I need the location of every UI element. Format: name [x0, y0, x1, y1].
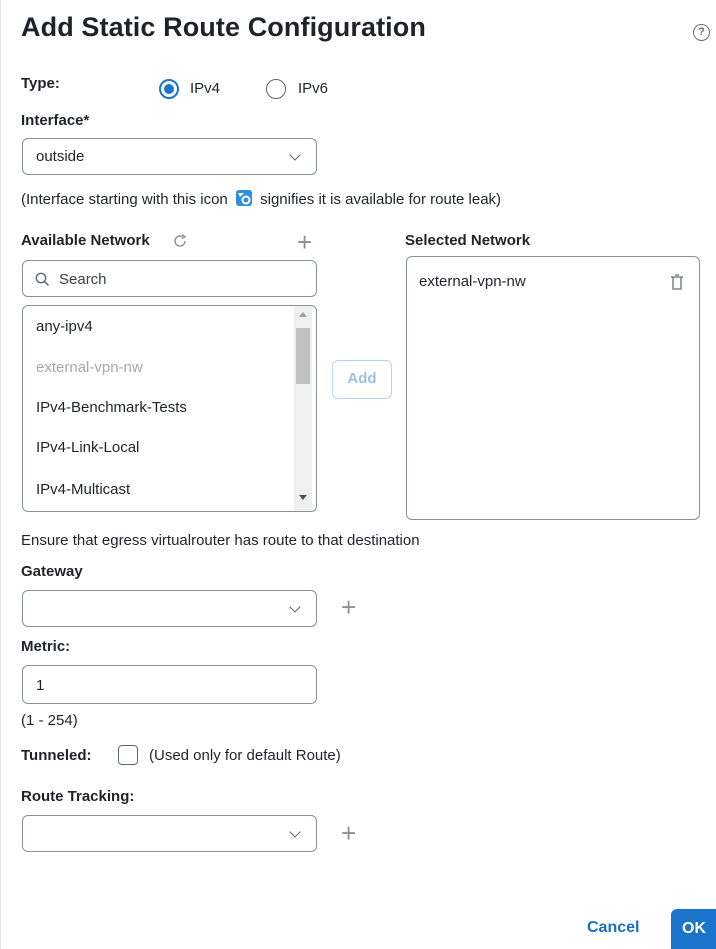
ipv4-radio-label[interactable]: IPv4 — [190, 80, 220, 97]
gateway-select[interactable] — [22, 590, 317, 627]
available-network-list[interactable]: any-ipv4 external-vpn-nw IPv4-Benchmark-… — [22, 305, 317, 512]
selected-network-list: external-vpn-nw — [406, 256, 700, 520]
scroll-down-arrow[interactable] — [299, 495, 307, 500]
interface-select-value: outside — [36, 148, 85, 165]
scroll-up-arrow[interactable] — [299, 312, 307, 317]
search-icon — [35, 272, 50, 292]
list-item[interactable]: any-ipv4 — [36, 318, 93, 335]
list-item: external-vpn-nw — [36, 359, 143, 376]
type-label: Type: — [21, 75, 60, 92]
selected-network-label: Selected Network — [405, 232, 531, 249]
refresh-icon[interactable] — [172, 233, 188, 254]
ipv4-radio[interactable] — [159, 79, 179, 99]
list-item[interactable]: IPv4-Multicast — [36, 481, 130, 498]
interface-label: Interface* — [21, 112, 90, 129]
cancel-button[interactable]: Cancel — [587, 919, 639, 937]
metric-range-hint: (1 - 254) — [21, 712, 78, 729]
network-search-input[interactable]: Search — [22, 260, 317, 297]
tunneled-note: (Used only for default Route) — [149, 747, 341, 764]
ok-button[interactable]: OK — [671, 909, 716, 949]
add-gateway-plus-icon[interactable]: + — [341, 594, 356, 620]
metric-input[interactable]: 1 — [22, 665, 317, 704]
trash-icon[interactable] — [670, 274, 684, 295]
scroll-thumb[interactable] — [296, 328, 310, 384]
metric-label: Metric: — [21, 638, 71, 655]
route-tracking-label: Route Tracking: — [21, 788, 135, 805]
route-leak-icon — [235, 189, 253, 211]
search-placeholder: Search — [59, 271, 107, 288]
list-item[interactable]: IPv4-Benchmark-Tests — [36, 399, 187, 416]
route-tracking-select[interactable] — [22, 815, 317, 852]
chevron-down-icon — [289, 826, 301, 838]
metric-input-value: 1 — [36, 677, 45, 694]
dialog-title: Add Static Route Configuration — [21, 12, 426, 42]
tunneled-checkbox[interactable] — [118, 745, 138, 765]
chevron-down-icon — [289, 601, 301, 613]
chevron-down-icon — [289, 149, 301, 161]
egress-note: Ensure that egress virtualrouter has rou… — [21, 532, 420, 549]
interface-select[interactable]: outside — [22, 138, 317, 175]
add-button[interactable]: Add — [332, 360, 392, 399]
available-network-label: Available Network — [21, 232, 150, 249]
add-route-tracking-plus-icon[interactable]: + — [341, 820, 356, 846]
list-item[interactable]: IPv4-Link-Local — [36, 439, 139, 456]
add-network-plus-icon[interactable]: + — [297, 229, 312, 255]
selected-list-item: external-vpn-nw — [419, 273, 526, 290]
ipv6-radio-label[interactable]: IPv6 — [298, 80, 328, 97]
static-route-dialog: Add Static Route Configuration ? Type: I… — [0, 0, 716, 949]
ipv6-radio[interactable] — [266, 79, 286, 99]
gateway-label: Gateway — [21, 563, 83, 580]
tunneled-label: Tunneled: — [21, 747, 92, 764]
route-leak-note: (Interface starting with this icon signi… — [21, 189, 501, 211]
help-icon[interactable]: ? — [693, 24, 710, 41]
list-scrollbar[interactable] — [294, 306, 312, 511]
